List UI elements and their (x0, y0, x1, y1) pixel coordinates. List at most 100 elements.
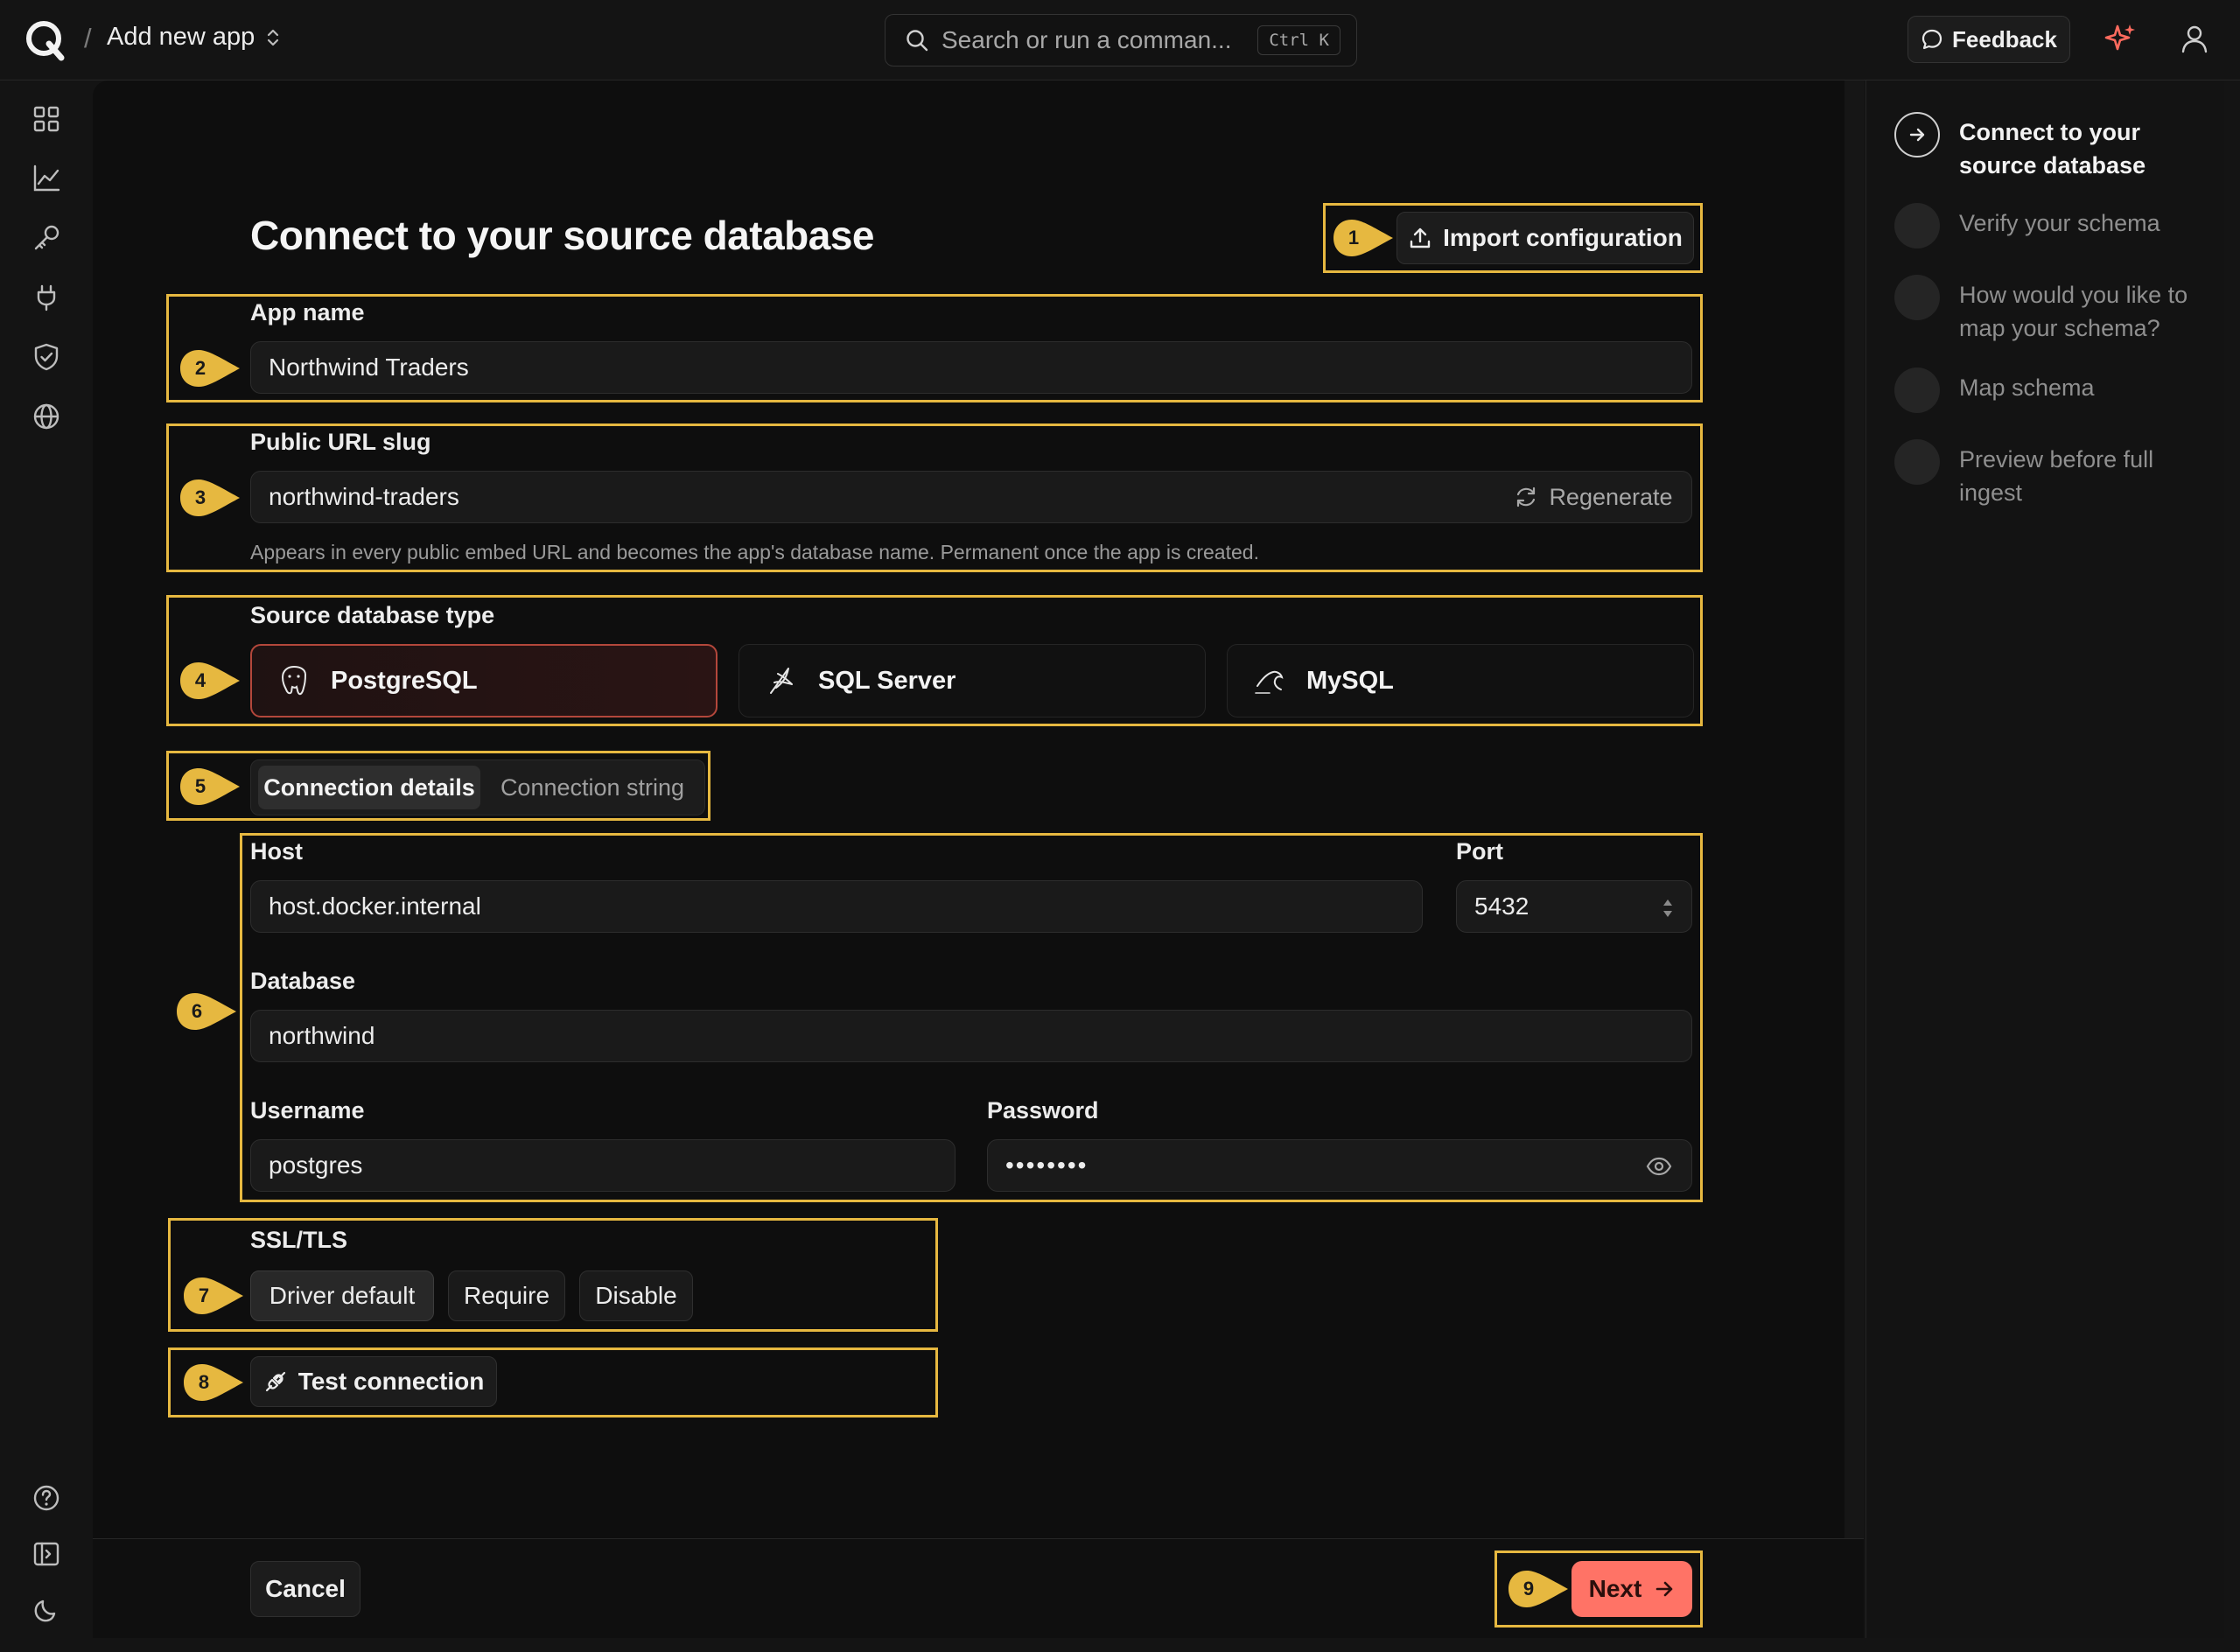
app-name-value: Northwind Traders (269, 354, 469, 381)
step-item[interactable]: Connect to your source database (1894, 112, 2222, 182)
app-name-input[interactable]: Northwind Traders (250, 341, 1692, 394)
username-value: postgres (269, 1152, 363, 1179)
search-placeholder: Search or run a comman... (942, 26, 1232, 53)
sql-server-icon (770, 668, 793, 694)
stepper-icon[interactable] (1660, 895, 1676, 921)
shortcut-badge: Ctrl K (1257, 25, 1340, 55)
grid-icon[interactable] (31, 103, 62, 135)
database-input[interactable]: northwind (250, 1010, 1692, 1062)
import-configuration-button[interactable]: Import configuration (1396, 212, 1694, 264)
db-type-label: Source database type (250, 602, 495, 628)
password-value: •••••••• (1005, 1152, 1088, 1179)
ssl-option-require[interactable]: Require (448, 1270, 565, 1321)
logo-icon[interactable] (23, 18, 68, 63)
host-label: Host (250, 838, 303, 864)
port-label: Port (1456, 838, 1503, 864)
slug-hint: Appears in every public embed URL and be… (250, 541, 1259, 564)
chart-line-icon[interactable] (31, 163, 62, 194)
password-label: Password (987, 1097, 1099, 1124)
refresh-icon (1517, 486, 1536, 508)
help-circle-icon[interactable] (31, 1482, 62, 1514)
port-input[interactable]: 5432 (1456, 880, 1692, 933)
command-search[interactable]: Search or run a comman... Ctrl K (885, 14, 1357, 66)
scrollbar-track[interactable] (1844, 80, 1864, 1538)
step-label: Connect to your source database (1959, 119, 2146, 178)
mysql-icon (1255, 670, 1284, 694)
tab-connection-details[interactable]: Connection details (258, 766, 480, 809)
db-option-postgresql[interactable]: PostgreSQL (250, 644, 718, 718)
top-bar: / Add new app Search or run a comman... … (0, 0, 2240, 80)
step-indicator-current (1894, 112, 1940, 158)
breadcrumb-app-switcher[interactable]: Add new app (107, 23, 281, 52)
globe-icon[interactable] (31, 401, 62, 432)
regenerate-button[interactable]: Regenerate (1502, 476, 1685, 518)
database-value: northwind (269, 1022, 375, 1049)
tab-connection-string[interactable]: Connection string (486, 766, 699, 809)
step-label: How would you like to map your schema? (1959, 282, 2188, 341)
chat-bubble-icon (1922, 29, 1942, 50)
annotation-marker-6: 6 (175, 991, 240, 1032)
username-label: Username (250, 1097, 365, 1124)
app-name-label: App name (250, 299, 365, 326)
upload-icon (1410, 228, 1431, 248)
step-indicator (1894, 203, 1940, 248)
plug-icon[interactable] (31, 282, 62, 313)
eye-icon[interactable] (1646, 1155, 1672, 1178)
step-label: Map schema (1959, 374, 2095, 401)
cancel-button[interactable]: Cancel (250, 1561, 360, 1617)
annotation-marker-7: 7 (182, 1276, 247, 1316)
panel-toggle-icon[interactable] (31, 1538, 62, 1570)
regenerate-label: Regenerate (1549, 483, 1673, 510)
database-label: Database (250, 968, 356, 994)
ssl-option-driver-default[interactable]: Driver default (250, 1270, 434, 1321)
plug-connect-icon (265, 1371, 285, 1392)
ssl-label: SSL/TLS (250, 1227, 348, 1253)
ssl-option-disable[interactable]: Disable (579, 1270, 693, 1321)
port-value: 5432 (1474, 892, 1530, 920)
page-title: Connect to your source database (250, 213, 875, 258)
feedback-button[interactable]: Feedback (1908, 16, 2070, 63)
db-option-postgresql-label: PostgreSQL (331, 666, 478, 695)
username-input[interactable]: postgres (250, 1139, 956, 1192)
postgresql-icon (281, 665, 307, 696)
shield-check-icon[interactable] (31, 341, 62, 373)
annotation-marker-1: 1 (1332, 218, 1396, 258)
user-icon[interactable] (2179, 23, 2210, 54)
annotation-marker-8: 8 (182, 1362, 247, 1403)
connection-mode-toggle: Connection details Connection string (250, 760, 705, 816)
step-indicator (1894, 439, 1940, 485)
arrow-right-icon (1656, 1581, 1673, 1597)
annotation-marker-2: 2 (178, 348, 243, 388)
test-connection-button[interactable]: Test connection (250, 1356, 497, 1407)
step-indicator (1894, 275, 1940, 320)
password-input[interactable]: •••••••• (987, 1139, 1692, 1192)
sparkle-icon[interactable] (2102, 21, 2138, 58)
step-item[interactable]: Verify your schema (1894, 203, 2222, 248)
slug-value: northwind-traders (269, 483, 459, 510)
step-item[interactable]: Preview before full ingest (1894, 439, 2222, 509)
annotation-marker-9: 9 (1507, 1569, 1572, 1609)
next-button[interactable]: Next (1572, 1561, 1692, 1617)
left-rail (0, 80, 93, 1652)
db-option-mysql[interactable]: MySQL (1227, 644, 1694, 718)
host-input[interactable]: host.docker.internal (250, 880, 1423, 933)
slug-input[interactable]: northwind-traders (250, 471, 1692, 523)
step-item[interactable]: How would you like to map your schema? (1894, 275, 2222, 345)
cancel-label: Cancel (265, 1575, 346, 1602)
annotation-marker-3: 3 (178, 478, 243, 518)
annotation-marker-5: 5 (178, 766, 243, 807)
next-label: Next (1588, 1575, 1642, 1602)
db-option-sql-server-label: SQL Server (818, 666, 956, 695)
test-connection-label: Test connection (298, 1368, 485, 1395)
db-option-sql-server[interactable]: SQL Server (738, 644, 1206, 718)
step-label: Verify your schema (1959, 210, 2160, 236)
breadcrumb-label: Add new app (107, 23, 256, 51)
host-value: host.docker.internal (269, 892, 481, 920)
arrow-right-icon (1909, 128, 1925, 142)
step-item[interactable]: Map schema (1894, 368, 2222, 413)
breadcrumb-separator: / (84, 23, 92, 53)
key-icon[interactable] (31, 222, 62, 254)
step-indicator (1894, 368, 1940, 413)
moon-icon[interactable] (31, 1594, 62, 1626)
db-option-mysql-label: MySQL (1306, 666, 1394, 695)
